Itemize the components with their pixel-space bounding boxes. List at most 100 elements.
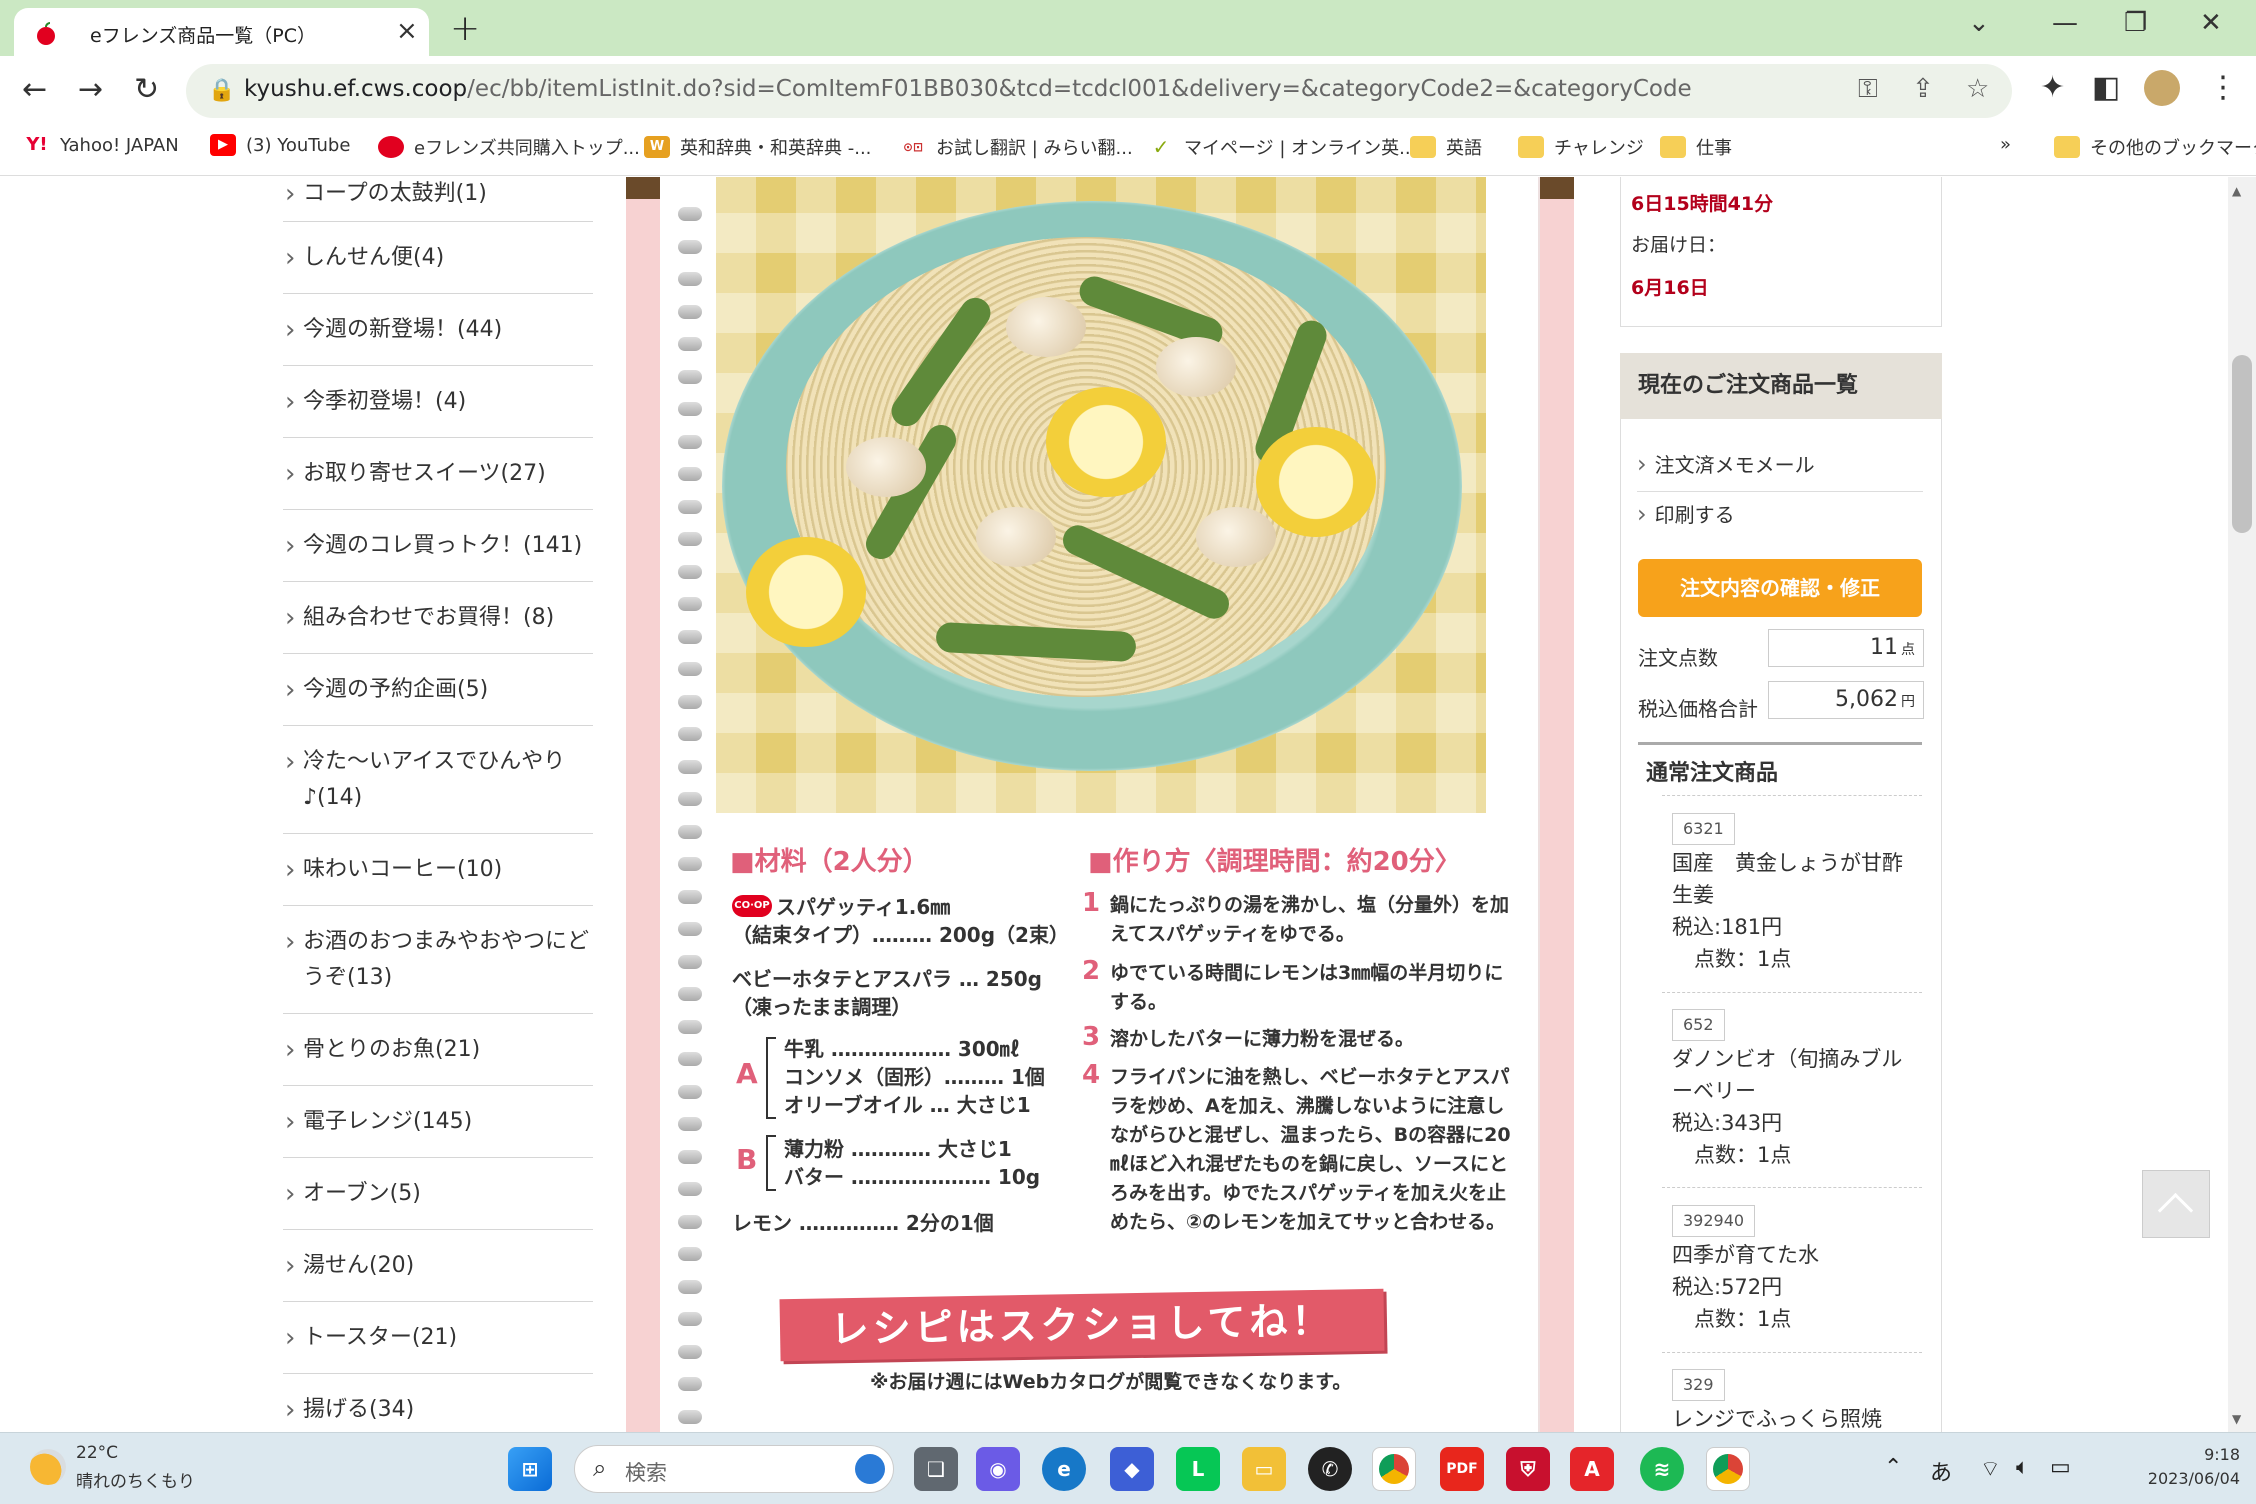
restore-button[interactable]: ❐ bbox=[2124, 8, 2147, 38]
bookmark-folder-work[interactable]: 仕事 bbox=[1660, 134, 1732, 160]
nav-item[interactable]: お取り寄せスイーツ(27) bbox=[283, 438, 593, 510]
nav-item[interactable]: 冷た〜いアイスでひんやり♪(14) bbox=[283, 726, 593, 834]
nav-item[interactable]: 今週の新登場！(44) bbox=[283, 294, 593, 366]
bookmark-yahoo[interactable]: Y! Yahoo! JAPAN bbox=[24, 134, 178, 156]
file-explorer-icon[interactable]: ▭ bbox=[1242, 1447, 1286, 1491]
share-icon[interactable]: ⇪ bbox=[1912, 74, 1934, 104]
nav-item[interactable]: しんせん便(4) bbox=[283, 222, 593, 294]
notebook-ring bbox=[678, 987, 702, 1001]
item-price: 税込:572円 bbox=[1672, 1275, 1783, 1299]
line-icon[interactable]: L bbox=[1176, 1447, 1220, 1491]
scrollbar-thumb[interactable] bbox=[2232, 355, 2252, 533]
clock-date[interactable]: 2023/06/04 bbox=[2100, 1469, 2240, 1488]
minimize-button[interactable]: — bbox=[2052, 8, 2078, 38]
tab-close-icon[interactable]: × bbox=[396, 16, 418, 46]
nav-item[interactable]: コープの太鼓判(1) bbox=[283, 177, 593, 222]
scroll-down-icon[interactable]: ▼ bbox=[2232, 1412, 2241, 1426]
side-panel-icon[interactable]: ◧ bbox=[2092, 70, 2120, 105]
reload-icon[interactable]: ↻ bbox=[134, 72, 159, 107]
search-icon: ⌕ bbox=[593, 1454, 607, 1482]
item-qty: 点数：1点 bbox=[1694, 947, 1792, 971]
order-item[interactable]: 329 レンジでふっくら照焼 bbox=[1672, 1367, 1912, 1432]
bookmark-folder-english[interactable]: 英語 bbox=[1410, 134, 1482, 160]
confirm-order-button[interactable]: 注文内容の確認・修正 bbox=[1638, 559, 1922, 617]
task-view-icon[interactable]: ❑ bbox=[914, 1447, 958, 1491]
step-1: 1 鍋にたっぷりの湯を沸かし、塩（分量外）を加えてスパゲッティをゆでる。 bbox=[1082, 888, 1510, 946]
battery-icon[interactable]: ▭ bbox=[2050, 1455, 2071, 1480]
nav-item[interactable]: お酒のおつまみやおやつにどうぞ(13) bbox=[283, 906, 593, 1014]
clock-time[interactable]: 9:18 bbox=[2160, 1445, 2240, 1464]
bookmarks-overflow-icon[interactable]: » bbox=[2000, 134, 2011, 155]
new-tab-button[interactable]: + bbox=[450, 8, 480, 49]
order-item[interactable]: 6321 国産 黄金しょうが甘酢生姜 税込:181円 点数：1点 bbox=[1672, 811, 1912, 975]
mcafee-icon[interactable]: ⛨ bbox=[1506, 1447, 1550, 1491]
acrobat-icon[interactable]: A bbox=[1570, 1447, 1614, 1491]
pdf-icon[interactable]: PDF bbox=[1440, 1447, 1484, 1491]
nav-item[interactable]: 今季初登場！(4) bbox=[283, 366, 593, 438]
bookmark-star-icon[interactable]: ☆ bbox=[1966, 74, 1989, 104]
folder-icon bbox=[1410, 136, 1436, 158]
nav-item[interactable]: 骨とりのお魚(21) bbox=[283, 1014, 593, 1086]
ime-indicator[interactable]: あ bbox=[1930, 1455, 1952, 1487]
spotify-icon[interactable]: ≋ bbox=[1640, 1447, 1684, 1491]
yahoo-icon: Y! bbox=[26, 134, 48, 155]
close-window-button[interactable]: ✕ bbox=[2200, 8, 2222, 38]
chrome-icon[interactable] bbox=[1372, 1447, 1416, 1491]
volume-icon[interactable]: 🔈︎ bbox=[2016, 1455, 2029, 1480]
notebook-ring bbox=[678, 597, 702, 611]
bookmark-efriends[interactable]: eフレンズ共同購入トップ... bbox=[378, 134, 640, 160]
tray-overflow-icon[interactable]: ⌃ bbox=[1884, 1455, 1902, 1480]
tab-search-icon[interactable]: ⌄ bbox=[1968, 8, 1990, 38]
start-icon[interactable]: ⊞ bbox=[508, 1447, 552, 1491]
nav-item[interactable]: トースター(21) bbox=[283, 1302, 593, 1374]
ingredient-line: （凍ったまま調理） bbox=[732, 995, 912, 1019]
delivery-date: 6月16日 bbox=[1631, 277, 1709, 299]
nav-item[interactable]: 今週のコレ買っトク！(141) bbox=[283, 510, 593, 582]
bookmark-mypage[interactable]: ✓ マイページ | オンライン英... bbox=[1148, 134, 1417, 160]
nav-item[interactable]: オーブン(5) bbox=[283, 1158, 593, 1230]
scroll-up-icon[interactable]: ▲ bbox=[2232, 184, 2241, 198]
order-item[interactable]: 392940 四季が育てた水 税込:572円 点数：1点 bbox=[1672, 1203, 1912, 1335]
chrome-profile-icon[interactable] bbox=[1706, 1447, 1750, 1491]
print-link[interactable]: 印刷する bbox=[1637, 499, 1735, 528]
bookmark-weblio[interactable]: W 英和辞典・和英辞典 -... bbox=[644, 134, 871, 160]
address-bar[interactable]: 🔒 kyushu.ef.cws.coop/ec/bb/itemListInit.… bbox=[186, 64, 2012, 118]
notebook-ring bbox=[678, 662, 702, 676]
taskbar-search[interactable]: ⌕ 検索 bbox=[574, 1445, 894, 1493]
avatar[interactable] bbox=[2144, 70, 2180, 106]
key-icon[interactable]: ⚿ bbox=[1858, 74, 1878, 105]
scroll-to-top-button[interactable] bbox=[2142, 1170, 2210, 1238]
menu-icon[interactable]: ⋮ bbox=[2208, 70, 2238, 105]
nav-item[interactable]: 味わいコーヒー(10) bbox=[283, 834, 593, 906]
bookmark-folder-challenge[interactable]: チャレンジ bbox=[1518, 134, 1644, 160]
whatsapp-icon[interactable]: ✆ bbox=[1308, 1447, 1352, 1491]
nav-item[interactable]: 組み合わせでお買得！(8) bbox=[283, 582, 593, 654]
nav-item[interactable]: 揚げる(34) bbox=[283, 1374, 593, 1432]
order-item[interactable]: 652 ダノンビオ（旬摘みブルーベリー 税込:343円 点数：1点 bbox=[1672, 1007, 1912, 1171]
pasta-photo bbox=[716, 177, 1486, 813]
nav-item[interactable]: 今週の予約企画(5) bbox=[283, 654, 593, 726]
nav-item[interactable]: 電子レンジ(145) bbox=[283, 1086, 593, 1158]
bookmark-folder-other[interactable]: その他のブックマーク bbox=[2054, 134, 2256, 160]
item-qty: 点数：1点 bbox=[1694, 1143, 1792, 1167]
memo-mail-link[interactable]: 注文済メモメール bbox=[1637, 449, 1815, 478]
nav-item[interactable]: 湯せん(20) bbox=[283, 1230, 593, 1302]
copilot-icon[interactable]: ◆ bbox=[1110, 1447, 1154, 1491]
edge-icon[interactable]: e bbox=[1042, 1447, 1086, 1491]
weather-icon[interactable] bbox=[30, 1449, 66, 1485]
notebook-ring bbox=[678, 1117, 702, 1131]
notebook-ring bbox=[678, 564, 702, 579]
wifi-icon[interactable]: ⌔ bbox=[1980, 1455, 2001, 1483]
forward-icon[interactable]: → bbox=[78, 72, 103, 107]
bookmark-mirai[interactable]: ⊙⊡ お試し翻訳 | みらい翻... bbox=[900, 134, 1133, 160]
tab-active[interactable]: eフレンズ商品一覧（PC） × bbox=[14, 8, 429, 56]
teams-icon[interactable]: ◉ bbox=[976, 1447, 1020, 1491]
bookmark-youtube[interactable]: ▶ (3) YouTube bbox=[210, 134, 350, 156]
step-2: 2 ゆでている時間にレモンは3㎜幅の半月切りにする。 bbox=[1082, 956, 1504, 1014]
method-title: ■作り方〈調理時間：約20分〉 bbox=[1088, 847, 1461, 877]
catalog-note: ※お届け週にはWebカタログが閲覧できなくなります。 bbox=[870, 1371, 1352, 1393]
extensions-icon[interactable]: ✦ bbox=[2040, 70, 2065, 105]
back-icon[interactable]: ← bbox=[22, 72, 47, 107]
item-name: ダノンビオ（旬摘みブルーベリー bbox=[1672, 1047, 1903, 1103]
item-name: 国産 黄金しょうが甘酢生姜 bbox=[1672, 851, 1903, 907]
